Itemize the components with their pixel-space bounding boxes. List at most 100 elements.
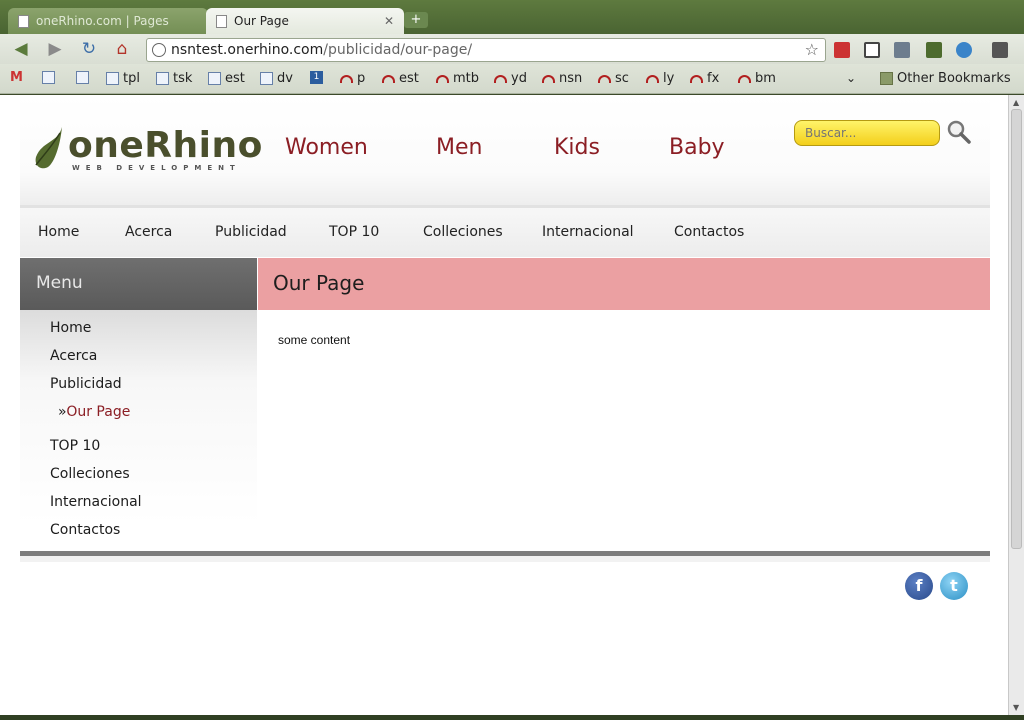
facebook-icon[interactable]: f bbox=[905, 572, 933, 600]
logo-text: oneRhino bbox=[68, 125, 263, 166]
tab-strip: oneRhino.com | Pages Our Page ✕ + bbox=[0, 0, 1024, 34]
category-women[interactable]: Women bbox=[285, 135, 368, 160]
logo-subtitle: WEB DEVELOPMENT bbox=[72, 164, 241, 172]
gmail-icon: M bbox=[10, 70, 23, 85]
chrome-icon[interactable] bbox=[956, 42, 972, 58]
arc-icon bbox=[542, 74, 555, 83]
star-icon[interactable]: ☆ bbox=[805, 39, 819, 61]
bookmark-sc[interactable]: sc bbox=[598, 71, 629, 86]
bookmark-label: tpl bbox=[123, 71, 140, 86]
bookmark-mtb[interactable]: mtb bbox=[436, 71, 479, 86]
nav-acerca[interactable]: Acerca bbox=[125, 224, 172, 240]
page-icon bbox=[156, 72, 169, 85]
arc-icon bbox=[598, 74, 611, 83]
bookmark-label: fx bbox=[707, 71, 720, 86]
back-arrow-icon[interactable]: ◀ bbox=[10, 39, 32, 59]
one-icon: 1 bbox=[310, 71, 323, 84]
desktop-edge bbox=[0, 715, 1024, 720]
bookmark-label: dv bbox=[277, 71, 293, 86]
bookmark-fx[interactable]: fx bbox=[690, 71, 719, 86]
bookmark-label: bm bbox=[755, 71, 776, 86]
page-icon bbox=[106, 72, 119, 85]
sidebar-item-colleciones[interactable]: Colleciones bbox=[50, 466, 130, 482]
bookmark-page[interactable] bbox=[76, 71, 89, 84]
globe-icon bbox=[152, 43, 166, 57]
sidebar-item-internacional[interactable]: Internacional bbox=[50, 494, 142, 510]
footer-shade bbox=[20, 556, 990, 562]
sidebar-subitem-label: Our Page bbox=[66, 404, 131, 420]
page-icon bbox=[208, 72, 221, 85]
bookmark-label: ly bbox=[663, 71, 675, 86]
forward-arrow-icon[interactable]: ▶ bbox=[44, 39, 66, 59]
screen-icon[interactable] bbox=[864, 42, 880, 58]
arc-icon bbox=[436, 74, 449, 83]
close-icon[interactable]: ✕ bbox=[384, 14, 394, 28]
bookmark-yd[interactable]: yd bbox=[494, 71, 527, 86]
bookmark-label: p bbox=[357, 71, 366, 86]
bookmark-label: est bbox=[399, 71, 419, 86]
category-baby[interactable]: Baby bbox=[669, 135, 725, 160]
nav-internacional[interactable]: Internacional bbox=[542, 224, 634, 240]
page-content: some content bbox=[278, 333, 351, 347]
sidebar-subitem-our-page[interactable]: »Our Page bbox=[58, 404, 130, 420]
arc-icon bbox=[494, 74, 507, 83]
sidebar-item-contactos[interactable]: Contactos bbox=[50, 522, 120, 538]
nav-publicidad[interactable]: Publicidad bbox=[215, 224, 287, 240]
sidebar-item-acerca[interactable]: Acerca bbox=[50, 348, 97, 364]
sidebar-item-home[interactable]: Home bbox=[50, 320, 91, 336]
bookmark-label: tsk bbox=[173, 71, 193, 86]
arc-icon bbox=[646, 74, 659, 83]
bookmark-gmail[interactable]: M bbox=[10, 71, 23, 84]
bookmark-label: mtb bbox=[453, 71, 480, 86]
category-men[interactable]: Men bbox=[436, 135, 482, 160]
twitter-icon[interactable]: t bbox=[940, 572, 968, 600]
bookmark-one[interactable]: 1 bbox=[310, 71, 323, 84]
page-title: Our Page bbox=[258, 258, 990, 310]
site-logo[interactable]: oneRhino WEB DEVELOPMENT bbox=[32, 119, 262, 179]
sidebar-item-publicidad[interactable]: Publicidad bbox=[50, 376, 122, 392]
st-icon bbox=[42, 71, 55, 84]
bookmark-est[interactable]: est bbox=[208, 71, 245, 86]
bookmark-st[interactable] bbox=[42, 71, 55, 84]
dropper-icon[interactable] bbox=[926, 42, 942, 58]
tab-our-page[interactable]: Our Page ✕ bbox=[206, 8, 404, 34]
page-viewport: oneRhino WEB DEVELOPMENT Women Men Kids … bbox=[0, 95, 1008, 715]
new-tab-button[interactable]: + bbox=[404, 12, 428, 28]
search-icon[interactable] bbox=[946, 119, 972, 145]
page-icon bbox=[18, 14, 29, 28]
bookmark-label: yd bbox=[511, 71, 527, 86]
bookmark-tsk[interactable]: tsk bbox=[156, 71, 192, 86]
reload-icon[interactable]: ↻ bbox=[78, 39, 100, 59]
url-path: /publicidad/our-page/ bbox=[323, 42, 473, 58]
nav-contactos[interactable]: Contactos bbox=[674, 224, 744, 240]
wrench-icon[interactable] bbox=[992, 42, 1008, 58]
scroll-down-icon[interactable]: ▼ bbox=[1013, 703, 1019, 712]
nav-home[interactable]: Home bbox=[38, 224, 79, 240]
category-kids[interactable]: Kids bbox=[554, 135, 600, 160]
scroll-up-icon[interactable]: ▲ bbox=[1013, 98, 1019, 107]
bookmark-nsn[interactable]: nsn bbox=[542, 71, 582, 86]
chevron-down-icon[interactable]: ⌄ bbox=[846, 71, 856, 85]
bookmark-est-2[interactable]: est bbox=[382, 71, 419, 86]
nav-top10[interactable]: TOP 10 bbox=[329, 224, 379, 240]
browser-toolbar: ◀ ▶ ↻ ⌂ nsntest.onerhino.com/publicidad/… bbox=[0, 34, 1024, 64]
search-input[interactable] bbox=[794, 120, 940, 146]
tab-label: oneRhino.com | Pages bbox=[36, 14, 169, 28]
puzzle-icon[interactable] bbox=[894, 42, 910, 58]
bookmark-dv[interactable]: dv bbox=[260, 71, 293, 86]
nav-colleciones[interactable]: Colleciones bbox=[423, 224, 503, 240]
gmail-icon[interactable] bbox=[834, 42, 850, 58]
other-bookmarks[interactable]: Other Bookmarks bbox=[880, 71, 1011, 86]
bookmark-bm[interactable]: bm bbox=[738, 71, 776, 86]
bookmark-ly[interactable]: ly bbox=[646, 71, 674, 86]
bookmarks-bar: M tpl tsk est dv 1 p est mtb yd nsn sc l… bbox=[0, 64, 1024, 94]
sidebar-item-top10[interactable]: TOP 10 bbox=[50, 438, 100, 454]
scrollbar-thumb[interactable] bbox=[1011, 109, 1022, 549]
vertical-scrollbar[interactable]: ▲ ▼ bbox=[1008, 95, 1024, 715]
home-icon[interactable]: ⌂ bbox=[111, 39, 133, 59]
bookmark-p[interactable]: p bbox=[340, 71, 365, 86]
bookmark-tpl[interactable]: tpl bbox=[106, 71, 140, 86]
address-bar[interactable]: nsntest.onerhino.com/publicidad/our-page… bbox=[146, 38, 826, 62]
other-bookmarks-label: Other Bookmarks bbox=[897, 71, 1011, 86]
tab-onerhino-pages[interactable]: oneRhino.com | Pages bbox=[8, 8, 208, 34]
